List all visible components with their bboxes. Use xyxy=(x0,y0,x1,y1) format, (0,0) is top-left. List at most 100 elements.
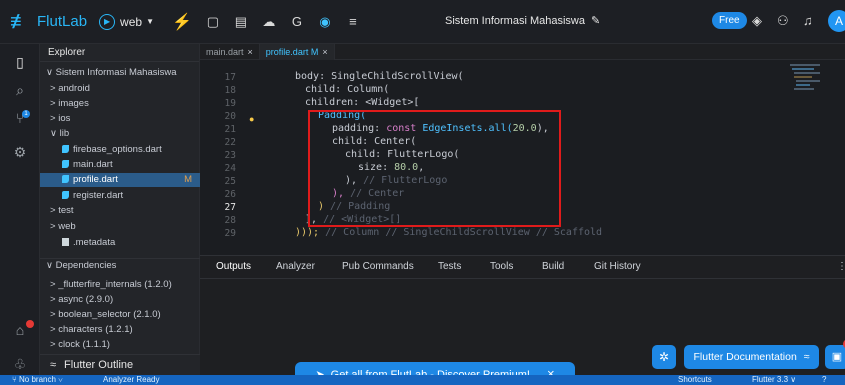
highlight-box xyxy=(308,110,561,227)
edit-pencil-icon[interactable]: ✎ xyxy=(591,15,600,27)
tree-folder-images[interactable]: > images xyxy=(40,97,200,111)
dependency-item[interactable]: > async (2.9.0) xyxy=(40,293,200,307)
project-title[interactable]: Sistem Informasi Mahasiswa ✎ xyxy=(445,14,600,27)
minimap-line xyxy=(794,76,812,78)
ai-assistant-button[interactable]: ✲ xyxy=(652,345,676,369)
tab-label: main.dart xyxy=(206,47,244,57)
chevron-right-icon: > xyxy=(50,309,56,320)
code-text: children: <Widget>[ xyxy=(305,97,420,108)
dependencies-title: Dependencies xyxy=(55,260,117,271)
editor-tabs: main.dart × profile.dart M × xyxy=(200,44,845,60)
dependency-item[interactable]: > _flutterfire_internals (1.2.0) xyxy=(40,278,200,292)
tree-file-firebase-options[interactable]: firebase_options.dart xyxy=(40,143,200,157)
chat-button[interactable]: ▣ 0 xyxy=(825,339,845,369)
flutter-docs-label: Flutter Documentation xyxy=(693,351,797,363)
code-line: ))); // Column // SingleChildScrollView … xyxy=(295,227,602,238)
add-user-icon[interactable]: ⚇ xyxy=(777,13,789,29)
target-icon[interactable]: ◉ xyxy=(318,14,332,30)
hot-reload-icon[interactable]: ⚡ xyxy=(172,12,192,32)
tab-analyzer[interactable]: Analyzer xyxy=(276,256,315,278)
dart-file-icon xyxy=(62,175,69,184)
line-number: 23 xyxy=(224,150,236,161)
dart-file-icon xyxy=(62,160,69,169)
flutter-version-label: Flutter 3.3 xyxy=(752,375,789,384)
chevron-right-icon: > xyxy=(50,294,56,305)
chat-icon: ▣ xyxy=(831,351,843,363)
tree-folder-android[interactable]: > android xyxy=(40,82,200,96)
settings-icon[interactable]: ⚙ xyxy=(10,144,30,161)
app-name: FlutLab xyxy=(37,13,88,30)
tree-item-label: .metadata xyxy=(73,237,116,248)
modified-badge: M xyxy=(184,174,192,185)
tree-folder-test[interactable]: > test xyxy=(40,204,200,218)
close-icon[interactable]: × xyxy=(248,47,253,57)
brand[interactable]: ≢ FlutLab xyxy=(10,11,87,33)
search-icon[interactable]: ⌕ xyxy=(10,82,30,99)
chevron-right-icon: > xyxy=(50,98,56,109)
line-number: 28 xyxy=(224,215,236,226)
line-number: 19 xyxy=(224,98,236,109)
tab-build[interactable]: Build xyxy=(542,256,564,278)
tree-file-register[interactable]: register.dart xyxy=(40,189,200,203)
flutter-docs-button[interactable]: Flutter Documentation ≈ xyxy=(684,345,819,369)
source-control-badge: 1 xyxy=(22,110,30,118)
tab-profile-dart[interactable]: profile.dart M × xyxy=(259,44,335,60)
dependency-item[interactable]: > boolean_selector (2.1.0) xyxy=(40,308,200,322)
avatar[interactable]: A xyxy=(828,10,845,32)
flutter-version-select[interactable]: Flutter 3.3 ∨ xyxy=(752,375,796,385)
tree-item-label: android xyxy=(58,83,90,94)
more-icon[interactable]: ⋮ xyxy=(837,256,845,278)
dependency-item[interactable]: > characters (1.2.1) xyxy=(40,323,200,337)
minimap[interactable] xyxy=(790,62,830,102)
tab-tests[interactable]: Tests xyxy=(438,256,461,278)
line-number: 17 xyxy=(224,72,236,83)
flutter-outline-toggle[interactable]: ≈ Flutter Outline xyxy=(40,354,200,375)
shortcuts-link[interactable]: Shortcuts xyxy=(678,375,712,385)
dependency-item[interactable]: > clock (1.1.1) xyxy=(40,338,200,352)
help-icon[interactable]: ? xyxy=(822,375,826,385)
stop-icon[interactable]: ▢ xyxy=(206,14,220,30)
code-line: body: SingleChildScrollView( xyxy=(295,71,464,82)
save-icon[interactable]: ▤ xyxy=(234,14,248,30)
branch-status[interactable]: ⑂ No branch ∨ xyxy=(12,375,63,385)
tab-outputs[interactable]: Outputs xyxy=(216,256,251,278)
files-icon[interactable]: ▯ xyxy=(10,54,30,71)
chevron-right-icon: > xyxy=(50,324,56,335)
tree-file-main[interactable]: main.dart xyxy=(40,158,200,172)
code-editor[interactable]: 17 18 19 20 21 22 23 24 25 26 27 28 29 ●… xyxy=(200,60,845,255)
cloud-icon[interactable]: ☁ xyxy=(262,14,276,30)
minimap-line xyxy=(796,84,810,86)
tab-git-history[interactable]: Git History xyxy=(594,256,641,278)
tree-folder-ios[interactable]: > ios xyxy=(40,112,200,126)
project-title-text: Sistem Informasi Mahasiswa xyxy=(445,15,585,27)
code-comment: // Column // SingleChildScrollView // Sc… xyxy=(325,227,603,238)
run-target-select[interactable]: ▶ web ▼ xyxy=(99,13,154,30)
plan-badge[interactable]: Free xyxy=(712,12,747,29)
flutlab-logo-icon: ≢ xyxy=(10,10,30,33)
dependency-label: async (2.9.0) xyxy=(58,294,114,305)
tree-file-metadata[interactable]: .metadata xyxy=(40,236,200,250)
git-icon[interactable]: G xyxy=(290,14,304,29)
menu-icon[interactable]: ≡ xyxy=(346,14,360,29)
bell-icon[interactable]: ♫ xyxy=(803,13,813,28)
tree-folder-web[interactable]: > web xyxy=(40,220,200,234)
dependencies-header[interactable]: ∨ Dependencies xyxy=(40,258,200,272)
tab-pub-commands[interactable]: Pub Commands xyxy=(342,256,414,278)
lightbulb-icon[interactable]: ● xyxy=(249,114,254,124)
activity-bar: ▯ ⌕ ⑂ 1 ⚙ ⌂ ♧ xyxy=(0,44,40,375)
tab-tools[interactable]: Tools xyxy=(490,256,513,278)
layers-icon[interactable]: ◈ xyxy=(752,13,762,29)
tab-main-dart[interactable]: main.dart × xyxy=(200,44,260,60)
chevron-right-icon: > xyxy=(50,205,56,216)
tree-file-profile[interactable]: profile.dart M xyxy=(40,173,200,187)
panel-divider xyxy=(200,278,845,279)
dependency-label: characters (1.2.1) xyxy=(58,324,133,335)
chevron-down-icon: ∨ xyxy=(46,260,53,271)
dependency-label: clock (1.1.1) xyxy=(58,339,110,350)
debug-icon[interactable]: ♧ xyxy=(10,356,30,373)
close-icon[interactable]: × xyxy=(322,47,327,57)
tree-folder-lib[interactable]: ∨ lib xyxy=(40,127,200,141)
tree-item-label: web xyxy=(58,221,76,232)
tree-folder-root[interactable]: ∨ Sistem Informasi Mahasiswa xyxy=(40,66,200,80)
chevron-right-icon: > xyxy=(50,279,56,290)
